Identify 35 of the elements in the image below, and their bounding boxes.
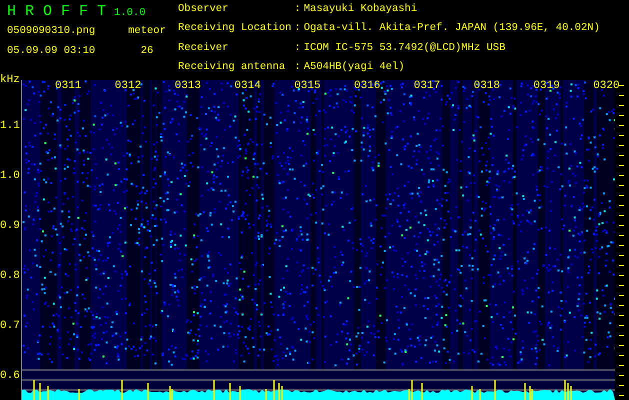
time-label: 0318 [474,80,500,92]
time-label: 0316 [354,80,380,92]
time-label: 0313 [174,80,201,92]
date-time: 05.09.09 03:10 [7,45,96,57]
time-label: 0317 [414,80,440,92]
meteor-count: 26 [140,45,154,57]
axis-unit: kHz [0,74,20,86]
info-value: ICOM IC-575 53.7492(@LCD)MHz USB [304,42,506,56]
info-separator: : [294,3,301,17]
info-separator: : [294,22,301,36]
info-separator: : [294,60,301,75]
info-value: A504HB(yagi 4el) [304,60,406,75]
info-label: Observer [178,3,230,17]
axis-tick-label: 0.8 [0,270,20,282]
axis-tick-label: 1.1 [0,120,20,132]
time-label: 0315 [294,80,321,92]
version-label: 1.0.0 [114,7,146,19]
axis-tick-label: 1.0 [0,170,20,182]
time-label: 0319 [533,80,560,92]
info-value: Masayuki Kobayashi [304,3,418,17]
info-separator: : [294,42,301,56]
info-value: Ogata-vill. Akita-Pref. JAPAN (139.96E, 40.02N) [304,22,600,36]
info-label: Receiving antenna [178,60,286,75]
time-label: 0320 [593,80,620,92]
axis-tick-label: 0.6 [0,370,20,382]
time-label: 0312 [114,80,142,92]
file-name: 0509090310.png [7,25,96,37]
axis-tick-label: 0.7 [0,320,20,332]
axis-tick-label: 0.9 [0,220,20,232]
time-label: 0314 [234,80,261,92]
app-title: H R O F F T [7,3,106,20]
info-label: Receiver [178,42,230,56]
time-label: 0311 [55,80,82,92]
meteor-label: meteor [127,25,167,37]
info-label: Receiving Location [178,22,292,36]
